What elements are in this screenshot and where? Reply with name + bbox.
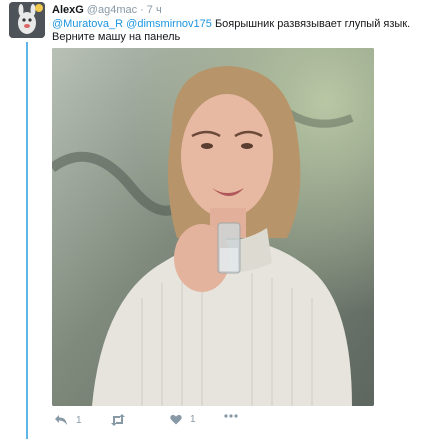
author-handle[interactable]: @ag4mac [87, 4, 137, 16]
author-name[interactable]: AlexG [52, 4, 84, 16]
retweet-action[interactable] [110, 414, 126, 426]
mention-link[interactable]: @dimsmirnov175 [126, 18, 212, 30]
reply-action[interactable]: 1 [54, 414, 82, 426]
mention-link[interactable]: @Muratova_R [52, 18, 123, 30]
tweet-media[interactable] [52, 48, 374, 406]
heart-icon [170, 414, 182, 425]
more-action[interactable] [224, 414, 238, 418]
more-dots-icon [224, 414, 238, 418]
tweet-text-line: Боярышник развязывает глупый язык. [211, 18, 411, 30]
reply-count: 1 [76, 414, 82, 426]
tweet-text-line: Верните машу на панель [52, 31, 181, 43]
thread-line [26, 42, 28, 439]
avatar[interactable] [9, 2, 45, 38]
separator-dot: · [140, 4, 144, 16]
like-count: 1 [190, 414, 196, 425]
tweet-header: AlexG @ag4mac · 7 ч [52, 4, 162, 17]
tweet: AlexG @ag4mac · 7 ч @Muratova_R @dimsmirnov… [0, 0, 430, 439]
reply-icon [55, 415, 67, 425]
media-image [52, 48, 374, 406]
avatar-image [9, 2, 45, 38]
tweet-text: @Muratova_R @dimsmirnov175 Боярышник раз… [52, 18, 422, 44]
tweet-actions: 1 1 [52, 414, 392, 430]
timestamp[interactable]: 7 ч [147, 4, 162, 16]
like-action[interactable]: 1 [170, 414, 196, 425]
retweet-icon [111, 414, 125, 426]
